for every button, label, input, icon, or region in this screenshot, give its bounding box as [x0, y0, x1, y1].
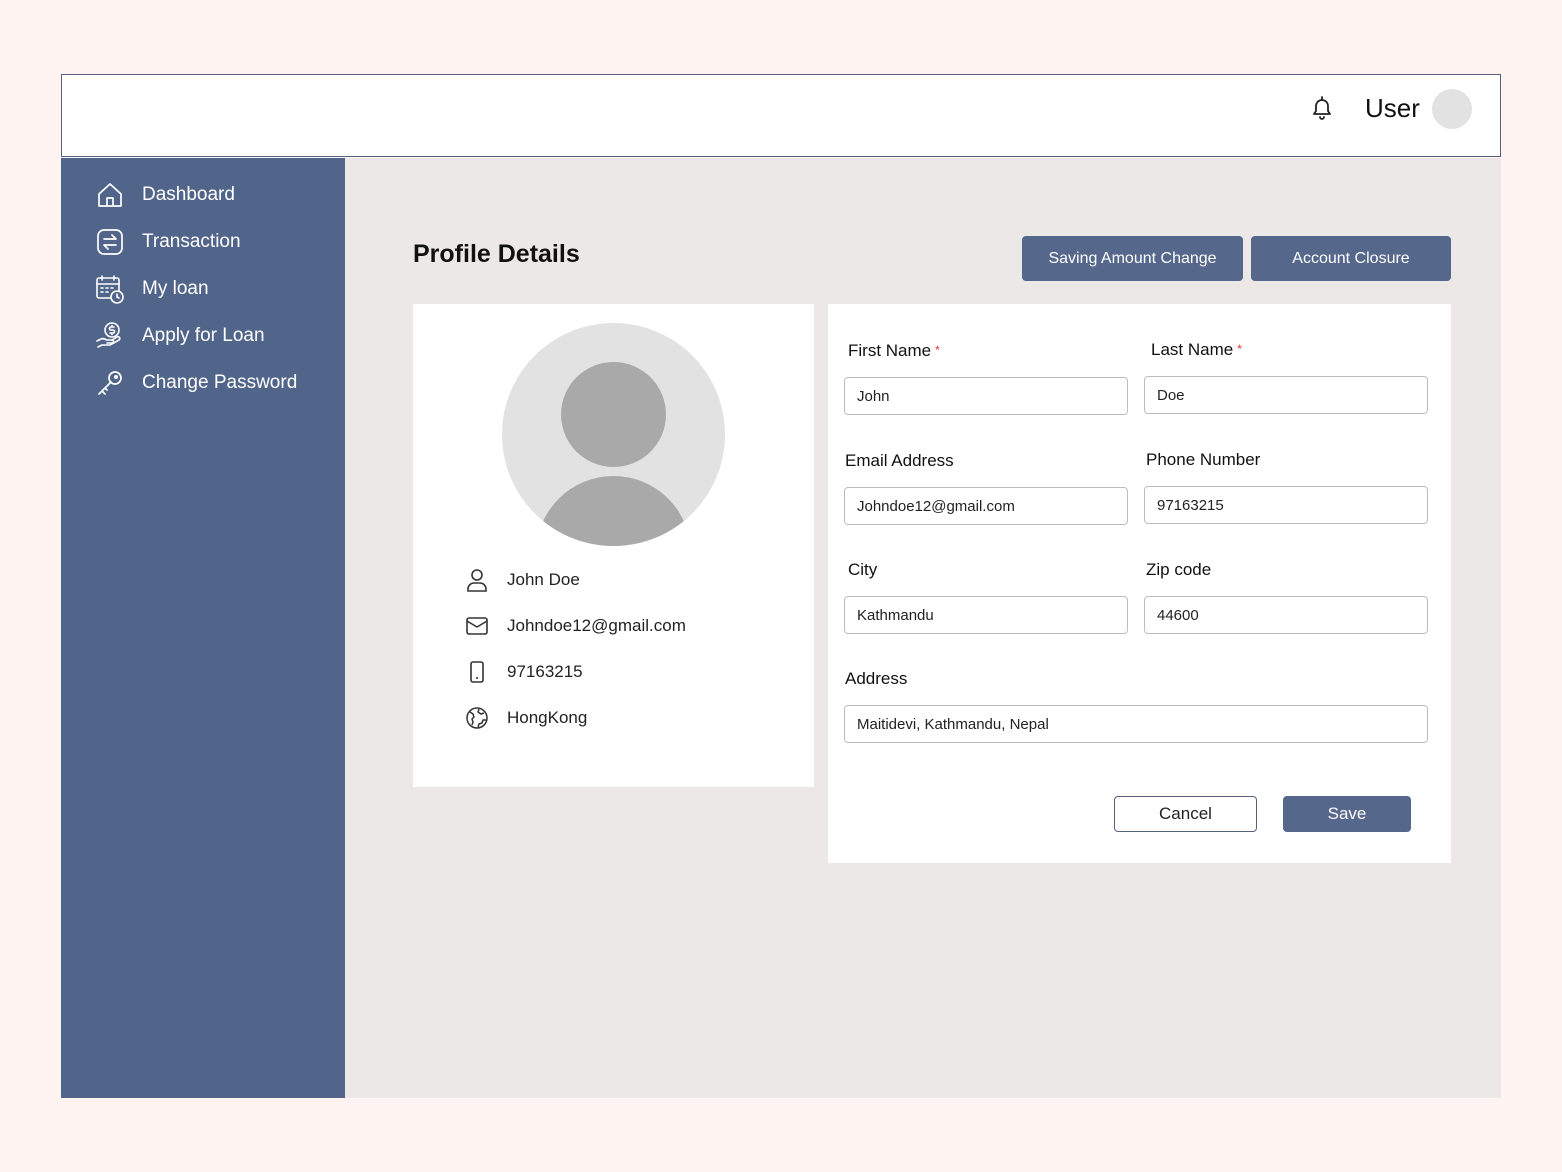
sidebar-item-label: Change Password — [142, 372, 298, 393]
globe-icon — [465, 706, 489, 730]
mobile-phone-icon — [465, 660, 489, 684]
profile-country-row: HongKong — [465, 705, 587, 731]
required-mark: * — [1237, 342, 1242, 356]
cancel-button[interactable]: Cancel — [1114, 796, 1257, 832]
zip-code-label: Zip code — [1146, 560, 1212, 579]
sidebar-item-label: Dashboard — [142, 184, 235, 205]
sidebar-item-label: Apply for Loan — [142, 325, 265, 346]
city-input[interactable] — [844, 596, 1128, 634]
page-title: Profile Details — [413, 240, 580, 268]
zip-code-input[interactable] — [1144, 596, 1428, 634]
top-bar: User — [61, 74, 1501, 157]
home-icon — [95, 180, 125, 210]
hand-coin-icon — [95, 321, 125, 351]
last-name-input[interactable] — [1144, 376, 1428, 414]
profile-phone-row: 97163215 — [465, 659, 583, 685]
address-input[interactable] — [844, 705, 1428, 743]
key-icon — [95, 368, 125, 398]
main-content: Profile Details Saving Amount Change Acc… — [345, 158, 1501, 1098]
profile-name: John Doe — [507, 570, 580, 589]
email-input[interactable] — [844, 487, 1128, 525]
profile-edit-form: First Name* Last Name* Email Address Pho… — [828, 304, 1451, 863]
first-name-label: First Name * — [848, 341, 940, 360]
user-label[interactable]: User — [1365, 93, 1420, 124]
sidebar-item-change-password[interactable]: Change Password — [95, 366, 297, 400]
profile-name-row: John Doe — [465, 567, 580, 593]
email-label: Email Address — [845, 451, 954, 470]
address-label: Address — [845, 669, 908, 688]
profile-email-row: Johndoe12@gmail.com — [465, 613, 686, 639]
city-label: City — [848, 560, 878, 579]
required-mark: * — [935, 343, 940, 357]
save-button[interactable]: Save — [1283, 796, 1411, 832]
app-frame: User Dashboard Transaction My loan Apply… — [61, 74, 1501, 1098]
sidebar-item-dashboard[interactable]: Dashboard — [95, 178, 235, 212]
sidebar-item-apply-for-loan[interactable]: Apply for Loan — [95, 319, 265, 353]
user-avatar[interactable] — [1432, 89, 1472, 129]
phone-input[interactable] — [1144, 486, 1428, 524]
sidebar-item-label: Transaction — [142, 231, 241, 252]
first-name-input[interactable] — [844, 377, 1128, 415]
last-name-label: Last Name * — [1151, 340, 1242, 359]
profile-email: Johndoe12@gmail.com — [507, 616, 686, 635]
saving-amount-change-button[interactable]: Saving Amount Change — [1022, 236, 1243, 281]
transaction-icon — [95, 227, 125, 257]
person-icon — [465, 568, 489, 592]
sidebar-item-my-loan[interactable]: My loan — [95, 272, 209, 306]
account-closure-button[interactable]: Account Closure — [1251, 236, 1451, 281]
sidebar-item-transaction[interactable]: Transaction — [95, 225, 241, 259]
profile-avatar — [502, 323, 725, 546]
profile-country: HongKong — [507, 708, 588, 727]
profile-summary-card: John Doe Johndoe12@gmail.com 97163215 Ho… — [413, 304, 814, 787]
profile-phone: 97163215 — [507, 662, 583, 681]
calendar-clock-icon — [95, 274, 125, 304]
sidebar: Dashboard Transaction My loan Apply for … — [61, 158, 345, 1098]
mail-icon — [465, 614, 489, 638]
phone-label: Phone Number — [1146, 450, 1261, 469]
sidebar-item-label: My loan — [142, 278, 209, 299]
bell-icon[interactable] — [1310, 95, 1334, 123]
